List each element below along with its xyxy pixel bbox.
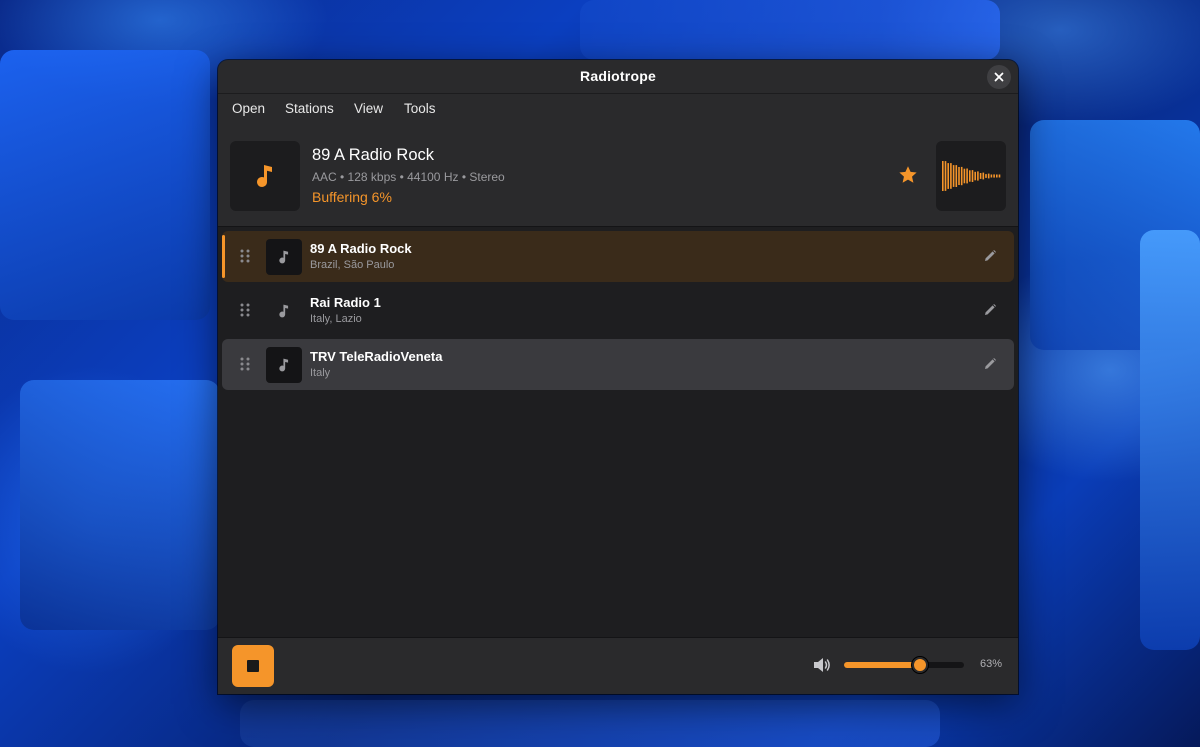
window-title: Radiotrope	[580, 68, 656, 84]
waveform-bar	[944, 161, 947, 191]
menu-tools[interactable]: Tools	[404, 101, 436, 116]
waveform-bar	[947, 163, 949, 189]
waveform-bar	[971, 170, 974, 182]
drag-handle-icon[interactable]	[239, 302, 251, 318]
app-window: Radiotrope Open Stations View Tools 89 A…	[218, 60, 1018, 694]
waveform-bar	[960, 166, 963, 186]
stop-button[interactable]	[232, 645, 274, 687]
volume-slider[interactable]	[844, 657, 964, 673]
volume-handle[interactable]	[912, 657, 928, 673]
waveform-bar	[958, 167, 960, 185]
menu-view[interactable]: View	[354, 101, 383, 116]
wallpaper-block	[240, 700, 940, 747]
speaker-icon[interactable]	[812, 656, 832, 674]
waveform-bar	[990, 174, 993, 178]
stream-info: AAC • 128 kbps • 44100 Hz • Stereo	[312, 170, 505, 184]
station-row[interactable]: TRV TeleRadioVeneta Italy	[222, 339, 1014, 390]
waveform-bar	[979, 173, 982, 179]
drag-handle-icon[interactable]	[239, 356, 251, 372]
title-bar[interactable]: Radiotrope	[218, 60, 1018, 94]
waveform-bar	[977, 171, 979, 181]
waveform-bar	[998, 174, 1001, 178]
station-artwork	[266, 293, 302, 329]
close-icon	[994, 72, 1004, 82]
close-button[interactable]	[987, 65, 1011, 89]
station-name: 89 A Radio Rock	[310, 241, 412, 256]
station-row[interactable]: Rai Radio 1 Italy, Lazio	[222, 285, 1014, 336]
now-playing-panel: 89 A Radio Rock AAC • 128 kbps • 44100 H…	[218, 125, 1018, 227]
station-artwork	[266, 239, 302, 275]
waveform-bar	[952, 165, 955, 187]
stop-icon	[247, 660, 259, 672]
station-name: Rai Radio 1	[310, 295, 381, 310]
wallpaper-block	[580, 0, 1000, 60]
pencil-icon[interactable]	[982, 302, 998, 318]
wallpaper-block	[0, 50, 210, 320]
station-artwork	[266, 347, 302, 383]
menu-open[interactable]: Open	[232, 101, 265, 116]
station-location: Italy	[310, 367, 331, 379]
waveform-bar	[969, 170, 971, 182]
favorite-button[interactable]	[897, 164, 919, 186]
waveform-bar	[963, 168, 966, 184]
station-row[interactable]: 89 A Radio Rock Brazil, São Paulo	[222, 231, 1014, 282]
menu-bar: Open Stations View Tools	[218, 94, 1018, 125]
music-note-icon	[279, 358, 289, 372]
station-location: Italy, Lazio	[310, 313, 362, 325]
waveform-bar	[985, 174, 987, 178]
music-note-icon	[279, 304, 289, 318]
waveform-bar	[987, 173, 990, 179]
pencil-icon[interactable]	[982, 248, 998, 264]
music-note-icon	[257, 165, 272, 187]
station-name: TRV TeleRadioVeneta	[310, 349, 443, 364]
wallpaper-block	[20, 380, 220, 630]
pencil-icon[interactable]	[982, 356, 998, 372]
waveform-bar	[966, 168, 968, 184]
audio-visualizer	[936, 141, 1006, 211]
menu-stations[interactable]: Stations	[285, 101, 334, 116]
volume-level	[844, 662, 920, 668]
star-icon	[899, 166, 917, 183]
player-controls: 63%	[218, 637, 1018, 694]
station-artwork	[230, 141, 300, 211]
wallpaper-block	[1140, 230, 1200, 650]
waveform-bar	[993, 174, 995, 178]
waveform-bar	[955, 165, 958, 187]
volume-percent: 63%	[980, 658, 1003, 670]
station-list: 89 A Radio Rock Brazil, São Paulo Rai Ra…	[218, 227, 1018, 637]
waveform-bar	[996, 174, 998, 178]
waveform-bar	[982, 172, 985, 180]
waveform-graphic	[942, 161, 1001, 191]
now-playing-title: 89 A Radio Rock	[312, 146, 434, 164]
waveform-bar	[942, 161, 944, 191]
waveform-bar	[950, 163, 952, 189]
music-note-icon	[279, 250, 289, 264]
station-location: Brazil, São Paulo	[310, 259, 395, 271]
buffering-status: Buffering 6%	[312, 189, 392, 205]
waveform-bar	[974, 171, 976, 181]
drag-handle-icon[interactable]	[239, 248, 251, 264]
